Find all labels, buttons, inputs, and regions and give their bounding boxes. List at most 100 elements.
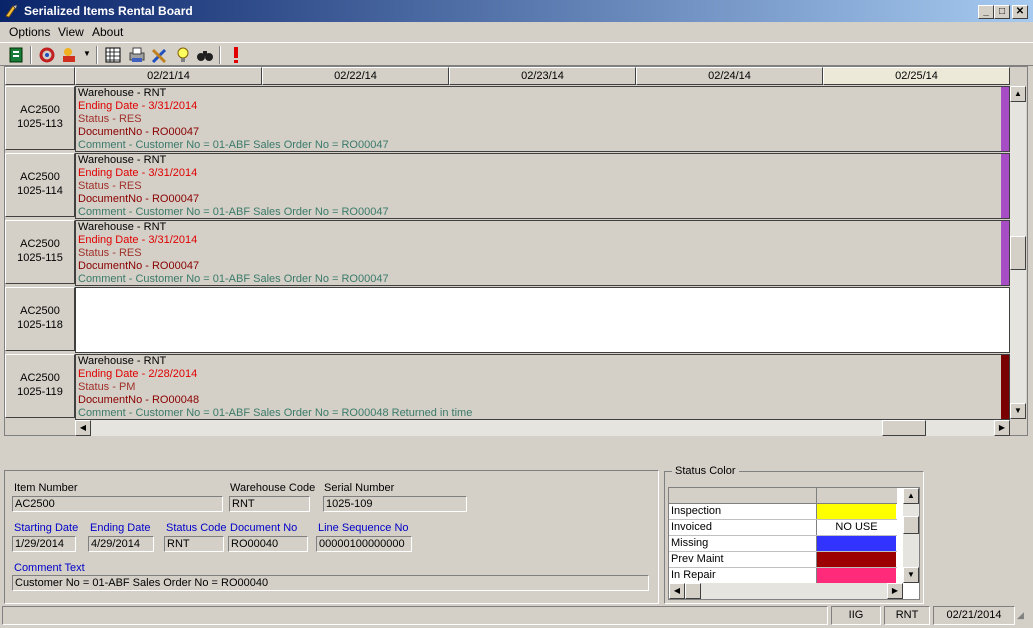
toolbar-separator [96, 46, 98, 64]
entry-status: Status - RES [78, 113, 142, 125]
grid-icon[interactable] [103, 45, 123, 65]
serial-number-label: Serial Number [324, 482, 395, 494]
status-strip [1001, 355, 1009, 419]
minimize-button[interactable]: _ [978, 5, 994, 19]
ending-date-field[interactable]: 4/29/2014 [88, 536, 154, 552]
status-color-title: Status Color [672, 465, 739, 477]
entry-comment: Comment - Customer No = 01-ABF Sales Ord… [78, 407, 473, 419]
item-number-field[interactable]: AC2500 [12, 496, 223, 512]
scroll-thumb[interactable] [882, 420, 926, 436]
row-item: AC2500 [20, 171, 60, 183]
vertical-scrollbar[interactable]: ▲ ▼ [1010, 86, 1026, 419]
scroll-left-button[interactable]: ◀ [669, 583, 685, 599]
row-serial: 1025-114 [17, 185, 63, 197]
entry-warehouse: Warehouse - RNT [78, 154, 167, 166]
date-header[interactable]: 02/25/14 [823, 67, 1010, 85]
status-color-row[interactable]: Invoiced NO USE [669, 520, 897, 536]
close-button[interactable]: ✕ [1012, 5, 1028, 19]
statusbar-date: 02/21/2014 [933, 606, 1015, 625]
alert-icon[interactable] [226, 45, 246, 65]
comment-text-field[interactable]: Customer No = 01-ABF Sales Order No = RO… [12, 575, 649, 591]
scroll-thumb[interactable] [903, 516, 919, 534]
row-header[interactable]: AC2500 1025-113 [5, 86, 75, 150]
scroll-thumb[interactable] [1010, 236, 1026, 270]
rental-board: 02/21/14 02/22/14 02/23/14 02/24/14 02/2… [4, 66, 1028, 436]
row-header[interactable]: AC2500 1025-114 [5, 153, 75, 217]
warehouse-code-field[interactable]: RNT [229, 496, 310, 512]
scroll-thumb[interactable] [685, 583, 701, 599]
menu-options[interactable]: Options [9, 25, 50, 39]
scroll-up-button[interactable]: ▲ [903, 488, 919, 504]
menu-about[interactable]: About [92, 25, 123, 39]
rental-entry[interactable]: Warehouse - RNT Ending Date - 3/31/2014 … [75, 86, 1010, 152]
row-item: AC2500 [20, 104, 60, 116]
status-swatch [816, 568, 896, 583]
status-strip [1001, 87, 1009, 151]
binoculars-icon[interactable] [195, 45, 215, 65]
status-color-list[interactable]: Inspection Invoiced NO USE Missing Prev … [668, 487, 920, 600]
entry-document: DocumentNo - RO00048 [78, 394, 200, 406]
entry-status: Status - PM [78, 381, 136, 393]
app-icon [5, 4, 18, 18]
column-divider [816, 488, 817, 504]
status-swatch [816, 552, 896, 567]
date-header[interactable]: 02/24/14 [636, 67, 823, 85]
rental-entry[interactable]: Warehouse - RNT Ending Date - 3/31/2014 … [75, 153, 1010, 219]
status-color-row[interactable]: Inspection [669, 504, 897, 520]
status-name: Prev Maint [671, 553, 724, 565]
list-horizontal-scrollbar[interactable]: ◀ ▶ [669, 583, 903, 599]
refresh-icon[interactable] [37, 45, 57, 65]
item-number-label: Item Number [14, 482, 78, 494]
resize-grip[interactable]: ◢ [1017, 610, 1031, 624]
empty-entry[interactable] [75, 287, 1010, 353]
entry-warehouse: Warehouse - RNT [78, 221, 167, 233]
line-sequence-label: Line Sequence No [318, 522, 409, 534]
scroll-up-button[interactable]: ▲ [1010, 86, 1026, 102]
status-color-row[interactable]: In Repair [669, 568, 897, 584]
status-code-field[interactable]: RNT [164, 536, 224, 552]
warehouse-code-label: Warehouse Code [230, 482, 316, 494]
horizontal-scrollbar[interactable]: ◀ ▶ [75, 420, 1010, 436]
dropdown-arrow-icon[interactable]: ▼ [83, 49, 91, 58]
starting-date-label: Starting Date [14, 522, 79, 534]
starting-date-field[interactable]: 1/29/2014 [12, 536, 76, 552]
row-header[interactable]: AC2500 1025-115 [5, 220, 75, 284]
document-no-field[interactable]: RO00040 [228, 536, 308, 552]
list-header [669, 488, 897, 504]
toolbar-separator [219, 46, 221, 64]
entry-warehouse: Warehouse - RNT [78, 87, 167, 99]
lightbulb-icon[interactable] [173, 45, 193, 65]
users-icon[interactable] [60, 45, 80, 65]
scroll-down-button[interactable]: ▼ [1010, 403, 1026, 419]
row-serial: 1025-119 [17, 386, 63, 398]
rental-entry[interactable]: Warehouse - RNT Ending Date - 3/31/2014 … [75, 220, 1010, 286]
scroll-left-button[interactable]: ◀ [75, 420, 91, 436]
scroll-right-button[interactable]: ▶ [994, 420, 1010, 436]
row-header[interactable]: AC2500 1025-119 [5, 354, 75, 418]
row-header[interactable]: AC2500 1025-118 [5, 287, 75, 351]
rental-entry[interactable]: Warehouse - RNT Ending Date - 2/28/2014 … [75, 354, 1010, 420]
scroll-right-button[interactable]: ▶ [887, 583, 903, 599]
date-header[interactable]: 02/23/14 [449, 67, 636, 85]
entry-status: Status - RES [78, 247, 142, 259]
statusbar-company: IIG [831, 606, 881, 625]
entry-comment: Comment - Customer No = 01-ABF Sales Ord… [78, 206, 389, 218]
corner-header [5, 67, 75, 85]
entry-document: DocumentNo - RO00047 [78, 193, 200, 205]
export-icon[interactable] [7, 45, 27, 65]
status-color-row[interactable]: Prev Maint [669, 552, 897, 568]
serial-number-field[interactable]: 1025-109 [323, 496, 467, 512]
tools-icon[interactable] [150, 45, 170, 65]
line-sequence-field[interactable]: 00000100000000 [316, 536, 412, 552]
print-icon[interactable] [127, 45, 147, 65]
date-header[interactable]: 02/21/14 [75, 67, 262, 85]
date-header[interactable]: 02/22/14 [262, 67, 449, 85]
menu-view[interactable]: View [58, 25, 84, 39]
status-name: Inspection [671, 505, 722, 517]
entry-ending-date: Ending Date - 3/31/2014 [78, 167, 198, 179]
status-swatch: NO USE [816, 520, 896, 535]
maximize-button[interactable]: □ [994, 5, 1010, 19]
status-color-row[interactable]: Missing [669, 536, 897, 552]
scroll-down-button[interactable]: ▼ [903, 567, 919, 583]
list-vertical-scrollbar[interactable]: ▲ ▼ [903, 488, 919, 583]
